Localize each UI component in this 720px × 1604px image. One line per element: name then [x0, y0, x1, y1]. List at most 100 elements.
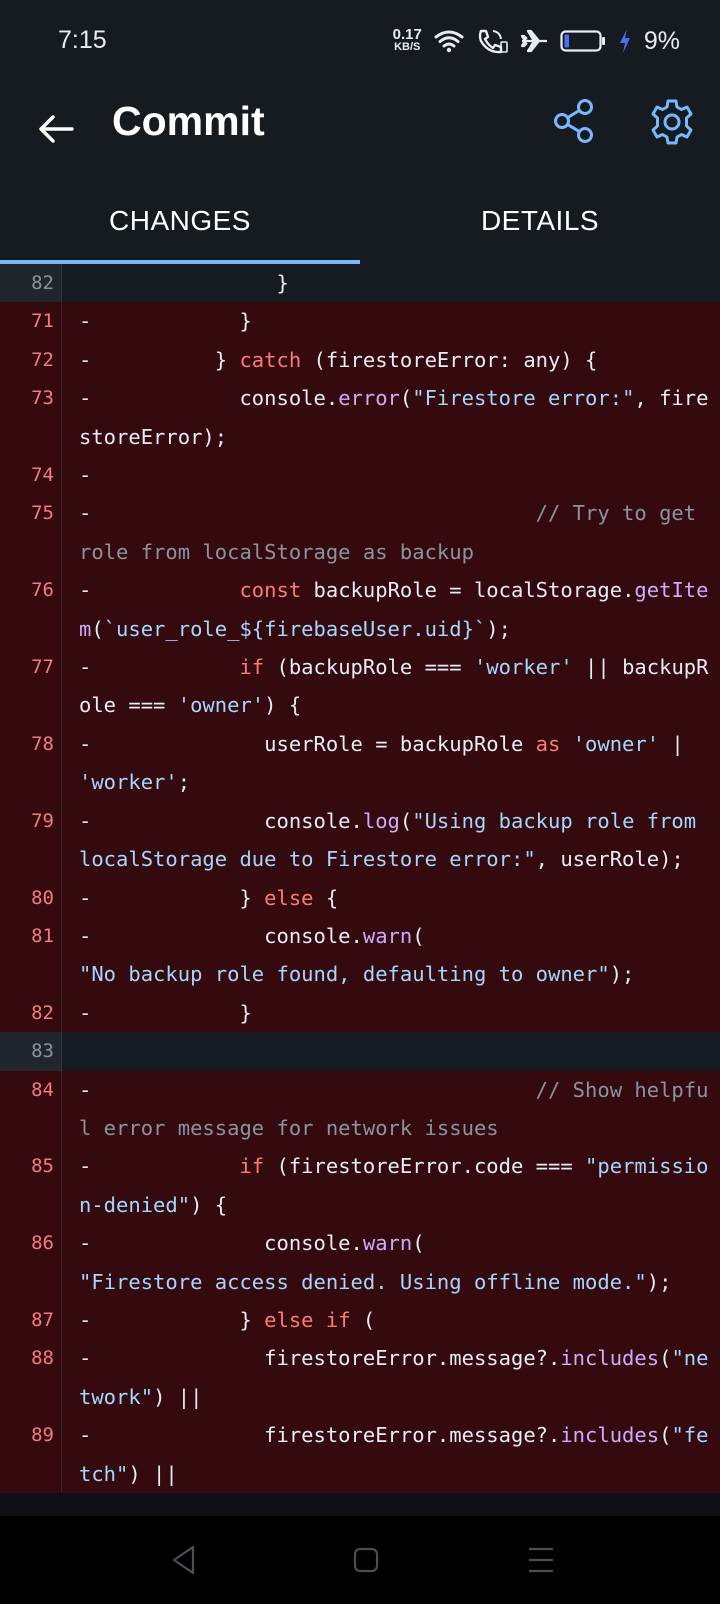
diff-deleted-line: 89- firestoreError.message?.includes("fe… — [0, 1416, 720, 1493]
code-token: ( — [399, 386, 413, 411]
diff-deleted-line: 77- if (backupRole === 'worker' || backu… — [0, 648, 720, 725]
code-text: - if (backupRole === 'worker' || backupR… — [62, 648, 720, 725]
code-text: - // Try to get role from localStorage a… — [62, 494, 720, 571]
code-token: error — [338, 386, 400, 411]
diff-view[interactable]: 82 } 71- } 72- } catch (firestoreError: an… — [0, 264, 720, 1516]
code-token: warn — [362, 923, 413, 948]
back-arrow-icon — [39, 115, 74, 143]
line-number: 84 — [0, 1070, 62, 1148]
code-token: ); — [486, 616, 511, 641]
code-token: - } — [79, 1000, 252, 1025]
code-token: ( — [399, 808, 413, 833]
code-token: includes — [560, 1423, 660, 1448]
code-token: - userRole = backupRole — [79, 731, 536, 756]
line-number: 89 — [0, 1416, 62, 1493]
diff-deleted-line: 85- if (firestoreError.code === "permiss… — [0, 1147, 720, 1225]
tab-bar: CHANGES DETAILS — [0, 178, 720, 264]
code-token: - } — [79, 347, 240, 372]
line-number: 78 — [0, 724, 62, 802]
status-time: 7:15 — [58, 26, 107, 54]
code-token: - console. — [79, 386, 339, 411]
code-token: if — [239, 1154, 265, 1179]
code-token: ( — [350, 1307, 376, 1332]
code-text: - console.warn( "No backup role found, d… — [62, 917, 720, 994]
code-token: ; — [177, 770, 191, 795]
battery-percent: 9% — [643, 26, 680, 55]
diff-context-line: 83 — [0, 1032, 720, 1071]
line-number: 71 — [0, 302, 62, 341]
code-token: } — [79, 271, 289, 295]
line-number: 83 — [0, 1032, 62, 1071]
code-token: - } — [79, 1307, 265, 1332]
code-token: (firestoreError.code === — [264, 1154, 586, 1179]
line-number: 75 — [0, 494, 62, 572]
code-token: log — [362, 808, 400, 833]
tab-details[interactable]: DETAILS — [360, 178, 720, 264]
code-text: - } else if ( — [62, 1301, 720, 1339]
gear-icon — [651, 99, 693, 145]
code-token: includes — [560, 1346, 660, 1371]
wifi-icon — [434, 30, 464, 53]
code-text: - // Show helpful error message for netw… — [62, 1071, 720, 1148]
code-token: - console. — [79, 1231, 363, 1256]
code-text: - firestoreError.message?.includes("fetc… — [62, 1416, 720, 1493]
diff-deleted-line: 71 - } — [0, 302, 720, 341]
code-text: - console.warn( "Firestore access denied… — [62, 1224, 720, 1301]
diff-deleted-line: 87- } else if ( — [0, 1300, 720, 1340]
network-speed-value: 0.17 — [392, 26, 422, 43]
code-token: - console. — [79, 923, 363, 948]
nav-home-button[interactable] — [350, 1544, 382, 1576]
code-token: as — [535, 731, 561, 756]
code-token: "Firestore access denied. Using offline … — [79, 1269, 647, 1294]
system-nav-bar — [0, 1516, 720, 1604]
diff-deleted-line: 73- console.error("Firestore error:", fi… — [0, 379, 720, 457]
battery-icon — [560, 30, 605, 52]
diff-deleted-line: 75- // Try to get role from localStorage… — [0, 494, 720, 572]
nav-menu-icon — [529, 1547, 553, 1573]
code-token: "Firestore error:" — [412, 386, 635, 411]
code-token: const — [239, 578, 302, 603]
code-token: ); — [646, 1269, 672, 1294]
code-token: | — [659, 731, 697, 756]
code-token: `user_role_${firebaseUser.uid}` — [103, 616, 487, 641]
line-number: 74 — [0, 456, 62, 495]
code-token: { — [313, 885, 339, 910]
code-text: } — [62, 264, 720, 302]
code-text: - const backupRole = localStorage.getIte… — [62, 571, 720, 648]
code-token: warn — [362, 1231, 413, 1256]
line-number: 86 — [0, 1224, 62, 1301]
diff-deleted-line: 82 - } — [0, 993, 720, 1033]
code-token: 'worker' — [473, 655, 573, 680]
call-icon — [478, 29, 508, 54]
share-button[interactable] — [552, 98, 598, 144]
line-number: 77 — [0, 648, 62, 725]
code-token: - — [79, 501, 536, 526]
nav-back-icon — [172, 1545, 195, 1575]
tab-changes[interactable]: CHANGES — [0, 178, 360, 264]
code-text: - console.error("Firestore error:", fire… — [62, 379, 720, 456]
code-token: ) || — [153, 1384, 203, 1409]
nav-back-button[interactable] — [168, 1543, 202, 1577]
share-icon — [554, 99, 593, 143]
diff-context-line: 82 } — [0, 264, 720, 303]
diff-deleted-line: 80- } else { — [0, 878, 720, 917]
settings-button[interactable] — [648, 98, 696, 146]
nav-home-icon — [353, 1547, 379, 1573]
code-token: - firestoreError.message?. — [79, 1423, 561, 1448]
code-token: - — [79, 655, 240, 680]
code-token: - — [79, 578, 240, 603]
code-token: ( — [659, 1423, 672, 1448]
nav-menu-button[interactable] — [526, 1544, 556, 1576]
code-text: - } — [62, 994, 720, 1032]
code-token: ( — [412, 923, 709, 948]
code-token: (firestoreError: any) { — [301, 347, 598, 372]
code-token: , userRole); — [535, 847, 684, 872]
code-token: 'owner' — [177, 693, 265, 718]
code-text: - userRole = backupRole as 'owner' | 'wo… — [62, 725, 720, 802]
diff-deleted-line: 78- userRole = backupRole as 'owner' | '… — [0, 724, 720, 802]
code-text: - — [62, 456, 720, 494]
back-button[interactable] — [34, 104, 84, 154]
code-token: ) { — [190, 1192, 228, 1217]
